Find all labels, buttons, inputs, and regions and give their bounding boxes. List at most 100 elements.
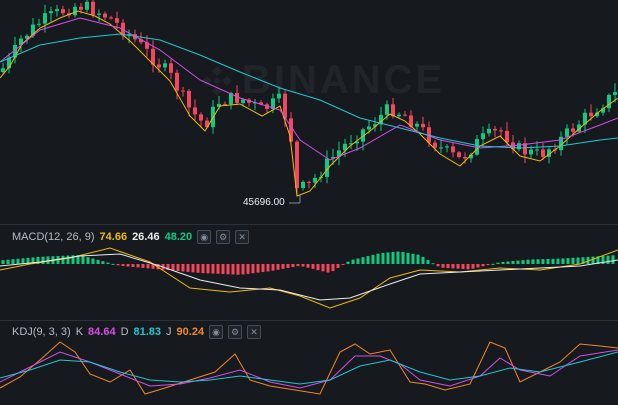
candle-body xyxy=(421,123,425,128)
macd-histogram-bar xyxy=(121,264,125,267)
candle-body xyxy=(433,142,437,148)
macd-histogram-bar xyxy=(521,260,525,264)
candle-body xyxy=(457,152,461,158)
candle-body xyxy=(535,149,539,151)
macd-histogram-bar xyxy=(406,252,410,264)
macd-histogram-bar xyxy=(266,264,270,272)
macd-histogram-bar xyxy=(556,258,560,264)
macd-histogram-bar xyxy=(201,264,205,274)
candle-body xyxy=(397,114,401,117)
candle-body xyxy=(73,6,77,16)
macd-histogram-bar xyxy=(366,256,370,264)
macd-histogram-bar xyxy=(496,262,500,264)
candle-body xyxy=(607,94,611,109)
macd-panel: MACD(12, 26, 9) 74.66 26.46 48.20 ◉ ⚙ ✕ xyxy=(0,226,618,318)
macd-histogram-bar xyxy=(106,262,110,264)
candle-body xyxy=(91,1,95,15)
macd-histogram-bar xyxy=(11,259,15,264)
macd-histogram-bar xyxy=(196,264,200,273)
candle-body xyxy=(163,63,167,68)
macd-histogram-bar xyxy=(606,255,610,264)
candle-body xyxy=(199,114,203,121)
macd-histogram-bar xyxy=(211,264,215,274)
candle-body xyxy=(487,128,491,134)
candle-body xyxy=(175,72,179,91)
macd-histogram-bar xyxy=(516,260,520,264)
candle-body xyxy=(307,181,311,183)
candle-body xyxy=(403,114,407,116)
macd-histogram-bar xyxy=(226,264,230,275)
macd-histogram-bar xyxy=(436,264,440,267)
macd-histogram-bar xyxy=(421,256,425,264)
macd-histogram-bar xyxy=(66,255,70,264)
low-price-label: 45696.00 xyxy=(243,197,285,208)
candle-body xyxy=(187,90,191,108)
macd-histogram-bar xyxy=(86,257,90,264)
macd-histogram-bar xyxy=(321,264,325,272)
pane-divider xyxy=(0,224,618,225)
candle-body xyxy=(85,1,89,10)
macd-histogram-bar xyxy=(336,264,340,268)
macd-histogram-bar xyxy=(281,264,285,269)
candle-body xyxy=(43,13,47,24)
macd-histogram-bar xyxy=(476,264,480,268)
candle-body xyxy=(313,177,317,183)
macd-dif-line xyxy=(0,247,618,309)
macd-histogram-bar xyxy=(576,257,580,264)
macd-histogram-bar xyxy=(491,263,495,265)
candle-body xyxy=(415,123,419,127)
macd-histogram-bar xyxy=(261,264,265,273)
macd-histogram-bar xyxy=(296,264,300,267)
candle-body xyxy=(223,103,227,105)
macd-histogram-bar xyxy=(311,264,315,269)
candle-body xyxy=(61,9,65,14)
candle-body xyxy=(181,90,185,92)
candle-body xyxy=(385,104,389,115)
candle-body xyxy=(115,18,119,23)
macd-histogram-bar xyxy=(381,252,385,264)
macd-histogram-bar xyxy=(191,264,195,273)
candle-body xyxy=(445,146,449,148)
macd-histogram-bar xyxy=(176,264,180,272)
macd-histogram-bar xyxy=(231,264,235,275)
macd-histogram-bar xyxy=(206,264,210,274)
macd-histogram-bar xyxy=(341,264,345,265)
macd-histogram-bar xyxy=(446,264,450,269)
macd-histogram-bar xyxy=(536,259,540,264)
candle-body xyxy=(529,149,533,155)
macd-histogram-bar xyxy=(566,258,570,264)
macd-histogram-bar xyxy=(41,256,45,264)
macd-histogram-bar xyxy=(111,263,115,265)
macd-histogram-bar xyxy=(486,264,490,266)
macd-histogram-bar xyxy=(241,264,245,275)
macd-histogram-bar xyxy=(326,264,330,273)
macd-histogram-bar xyxy=(356,258,360,264)
candle-body xyxy=(367,126,371,130)
candle-body xyxy=(157,64,161,68)
candle-body xyxy=(481,133,485,140)
macd-histogram-bar xyxy=(531,259,535,264)
macd-histogram-bar xyxy=(481,264,485,267)
macd-histogram-bar xyxy=(286,264,290,268)
price-plot xyxy=(0,0,618,204)
macd-histogram-bar xyxy=(376,253,380,264)
macd-histogram-bar xyxy=(306,264,310,268)
macd-histogram-bar xyxy=(426,260,430,264)
candlestick-chart[interactable]: BINANCE 45696.00 xyxy=(0,0,618,222)
macd-plot xyxy=(0,247,618,309)
macd-histogram-bar xyxy=(96,259,100,264)
macd-histogram-bar xyxy=(6,259,10,264)
candle-body xyxy=(55,9,59,12)
candle-body xyxy=(97,13,101,15)
candle-body xyxy=(277,93,281,99)
macd-histogram-bar xyxy=(291,264,295,268)
macd-histogram-bar xyxy=(16,258,20,264)
macd-histogram-bar xyxy=(61,255,65,264)
macd-histogram-bar xyxy=(431,263,435,265)
macd-histogram-bar xyxy=(456,264,460,269)
macd-histogram-bar xyxy=(471,264,475,269)
kdj-plot xyxy=(0,341,618,395)
ma-line-1 xyxy=(0,10,618,197)
macd-histogram-bar xyxy=(386,252,390,264)
macd-histogram-bar xyxy=(301,264,305,267)
